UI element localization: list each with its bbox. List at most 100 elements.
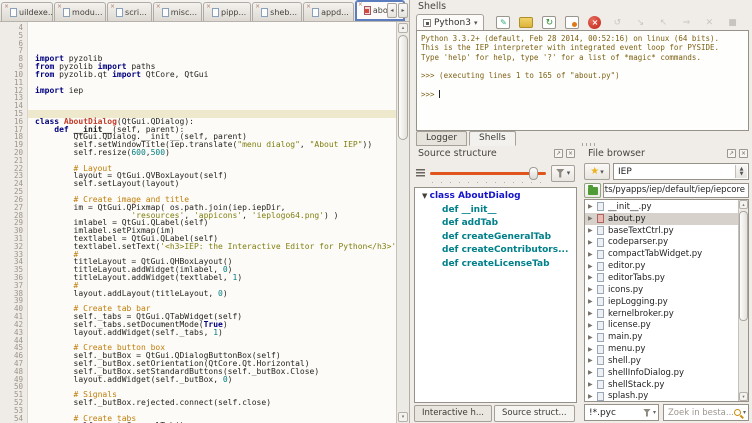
tree-item[interactable]: class AboutDialog [415,191,576,205]
expand-arrow-icon[interactable] [588,239,597,246]
expand-arrow-icon[interactable] [588,251,597,258]
scrollbar-thumb[interactable] [398,35,408,140]
close-tab-icon[interactable] [57,3,62,10]
file-list[interactable]: __init__.py about.py baseTextCtrl.py [584,199,749,402]
file-row[interactable]: codeparser.py [585,237,748,249]
editor-vertical-scrollbar[interactable]: ▴ ▾ [396,22,409,423]
file-row[interactable]: main.py [585,331,748,343]
close-tab-icon[interactable] [306,3,311,10]
file-list-scrollbar[interactable]: ▴ ▾ [738,200,748,401]
expand-arrow-icon[interactable] [588,381,597,388]
splitter-handle[interactable] [582,143,596,146]
structure-tree[interactable]: class AboutDialog def __init__ def addTa… [414,187,577,403]
file-row[interactable]: compactTabWidget.py [585,248,748,260]
dock-tab[interactable]: Source struct... [494,405,575,422]
edit-shell-config-icon[interactable] [496,16,510,29]
scrollbar-thumb[interactable] [739,211,748,321]
expand-arrow-icon[interactable] [588,369,597,376]
close-tab-icon[interactable] [358,1,363,8]
expand-arrow-icon[interactable] [588,393,597,400]
expand-arrow-icon[interactable] [588,227,597,234]
editor-tab[interactable]: sheb... [252,2,302,21]
file-row[interactable]: __init__.py [585,201,748,213]
spinner-icons[interactable]: ▲▼ [735,165,747,178]
debug-resume-icon[interactable] [610,16,624,29]
tree-item[interactable]: def __init__ [415,205,576,219]
tree-item[interactable]: def createGeneralTab [415,232,576,246]
editor-tab[interactable]: uildexe... [1,2,53,21]
file-row[interactable]: iepLogging.py [585,296,748,308]
dock-tab[interactable]: Interactive h... [414,405,492,422]
file-row[interactable]: shellInfoDialog.py [585,367,748,379]
tab-scroll-right-icon[interactable]: ▸ [398,3,408,18]
tree-item[interactable]: def createContributors... [415,245,576,259]
tab-scroll-left-icon[interactable]: ◂ [387,3,397,18]
file-row[interactable]: menu.py [585,343,748,355]
debug-stop-icon[interactable] [725,16,739,29]
file-row[interactable]: license.py [585,319,748,331]
file-row[interactable]: baseTextCtrl.py [585,225,748,237]
scroll-up-icon[interactable]: ▴ [398,23,408,33]
open-directory-icon[interactable] [519,17,533,28]
close-tab-icon[interactable] [110,3,115,10]
editor-tab[interactable]: misc... [153,2,202,21]
close-tab-icon[interactable] [156,3,161,10]
shell-output[interactable]: Python 3.3.2+ (default, Feb 28 2014, 00:… [416,30,749,131]
expand-arrow-icon[interactable] [588,286,597,293]
expand-arrow-icon[interactable] [588,298,597,305]
expand-arrow-icon[interactable] [588,263,597,270]
file-row[interactable]: about.py [585,213,748,225]
expand-arrow-icon[interactable] [588,357,597,364]
path-field[interactable]: projects/pyapps/iep/default/iep/iepcore [603,183,749,198]
scroll-up-icon[interactable]: ▴ [739,200,748,209]
tree-item[interactable]: def createLicenseTab [415,259,576,273]
clear-screen-icon[interactable] [565,16,579,29]
close-panel-icon[interactable] [739,149,748,158]
file-row[interactable]: splash.py [585,391,748,403]
close-tab-icon[interactable] [206,3,211,10]
project-select[interactable]: IEP ▲▼ [613,163,749,180]
structure-filter-button[interactable] [551,165,575,182]
expand-arrow-icon[interactable] [588,310,597,317]
expand-arrow-icon[interactable] [588,322,597,329]
bookmarks-button[interactable] [584,163,610,180]
debug-step-over-icon[interactable] [679,16,693,29]
debug-step-into-icon[interactable] [633,16,647,29]
tree-item[interactable]: def addTab [415,218,576,232]
scroll-down-icon[interactable]: ▾ [398,412,408,422]
go-to-directory-button[interactable] [584,183,601,198]
close-panel-icon[interactable] [566,149,575,158]
editor-tab[interactable]: appd... [303,2,354,21]
file-row[interactable]: icons.py [585,284,748,296]
expand-arrow-icon[interactable] [588,215,597,222]
editor-tab[interactable]: modu... [54,2,106,21]
scroll-down-icon[interactable]: ▾ [739,392,748,401]
file-row[interactable]: shellStack.py [585,379,748,391]
dock-tab[interactable]: Shells [469,131,516,146]
search-in-files-input[interactable]: Zoek in besta... [663,404,749,421]
file-row[interactable]: shell.py [585,355,748,367]
editor-tab[interactable]: scri... [107,2,152,21]
debug-step-return-icon[interactable] [656,16,670,29]
code-editor[interactable]: 4567891011121314151617181920212223242526… [0,22,396,423]
slider-handle[interactable] [529,167,538,180]
expand-arrow-icon[interactable] [588,274,597,281]
float-panel-icon[interactable] [727,149,736,158]
depth-slider[interactable] [430,166,546,180]
expand-arrow-icon[interactable] [588,203,597,210]
debug-postmortem-icon[interactable] [702,16,716,29]
shell-tab-python3[interactable]: Python3 [416,14,484,31]
editor-tab[interactable]: pipp... [203,2,251,21]
filename-filter-input[interactable]: !*.pyc [584,404,659,421]
close-tab-icon[interactable] [255,3,260,10]
restart-shell-icon[interactable] [542,16,556,29]
close-tab-icon[interactable] [4,3,9,10]
dock-tab[interactable]: Logger [416,131,467,146]
file-row[interactable]: editorTabs.py [585,272,748,284]
expand-arrow-icon[interactable] [588,334,597,341]
expand-arrow-icon[interactable] [588,346,597,353]
file-row[interactable]: kernelbroker.py [585,308,748,320]
float-panel-icon[interactable] [554,149,563,158]
file-row[interactable]: editor.py [585,260,748,272]
close-shell-icon[interactable] [588,16,601,29]
